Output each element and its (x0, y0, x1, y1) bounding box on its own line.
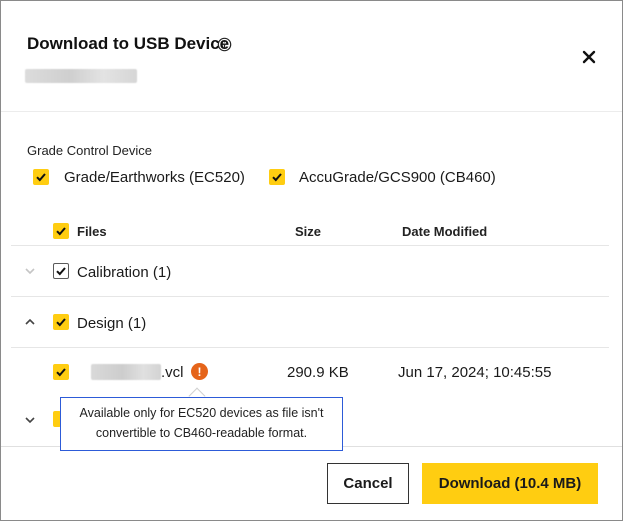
checkmark-icon (56, 368, 66, 377)
ec520-checkbox[interactable] (33, 169, 49, 185)
checkmark-icon (56, 318, 66, 327)
select-all-files-checkbox[interactable] (53, 223, 69, 239)
file-size: 290.9 KB (287, 364, 349, 381)
date-column-header: Date Modified (402, 224, 488, 239)
row-divider (11, 347, 609, 348)
design-checkbox[interactable] (53, 314, 69, 330)
file-checkbox[interactable] (53, 364, 69, 380)
warning-icon[interactable]: ! (191, 363, 208, 380)
download-dialog: Download to USB Device Grade Control Dev… (0, 0, 623, 521)
row-divider (11, 245, 609, 246)
header-divider (1, 111, 622, 112)
files-column-header: Files (77, 224, 107, 239)
calibration-checkbox[interactable] (53, 263, 69, 279)
warning-tooltip: Available only for EC520 devices as file… (60, 397, 343, 451)
row-divider (11, 296, 609, 297)
checkmark-icon (56, 227, 66, 236)
checkmark-icon (272, 173, 282, 182)
checkmark-icon (56, 267, 66, 276)
calibration-group-label: Calibration (1) (77, 264, 172, 281)
tooltip-line-1: Available only for EC520 devices as file… (79, 406, 324, 420)
redacted-file-name (91, 364, 161, 380)
chevron-up-icon[interactable] (24, 316, 36, 328)
chevron-down-icon[interactable] (24, 265, 36, 277)
size-column-header: Size (295, 224, 322, 239)
download-button[interactable]: Download (10.4 MB) (422, 463, 598, 504)
grade-control-label: Grade Control Device (27, 143, 152, 158)
cancel-button[interactable]: Cancel (327, 463, 409, 504)
cb460-label: AccuGrade/GCS900 (CB460) (299, 169, 496, 186)
close-icon[interactable] (580, 48, 598, 66)
dialog-title: Download to USB Device (27, 34, 230, 53)
chevron-down-icon[interactable] (24, 414, 36, 426)
tooltip-line-2: convertible to CB460-readable format. (95, 426, 308, 440)
design-group-label: Design (1) (77, 315, 147, 332)
checkmark-icon (36, 173, 46, 182)
file-date-modified: Jun 17, 2024; 10:45:55 (398, 364, 552, 381)
file-extension: .vcl (161, 364, 184, 381)
cb460-checkbox[interactable] (269, 169, 285, 185)
info-icon[interactable] (217, 37, 232, 52)
ec520-label: Grade/Earthworks (EC520) (64, 169, 245, 186)
redacted-subtitle (25, 69, 137, 83)
